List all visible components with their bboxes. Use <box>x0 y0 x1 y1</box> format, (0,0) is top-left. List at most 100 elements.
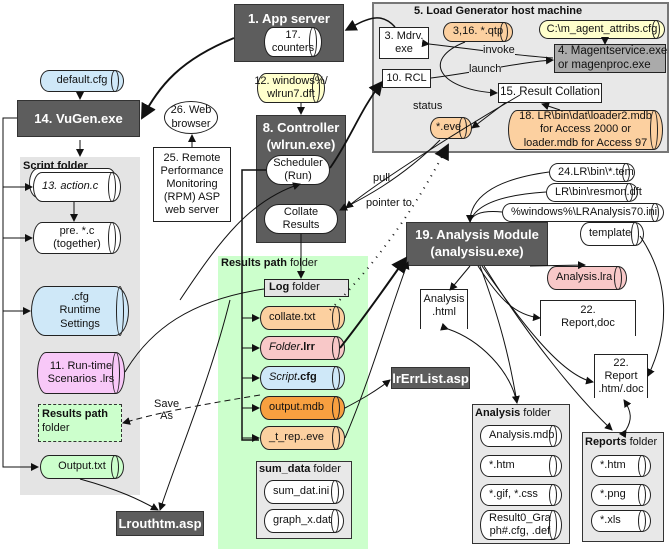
edge-label-save-as: Save As <box>154 398 180 422</box>
template-file: template <box>580 222 644 246</box>
results-path-title-rest: folder <box>287 257 318 269</box>
mdrv-node: 3. Mdrv. exe <box>379 27 429 59</box>
action-c-file: 13. action.c <box>33 172 121 202</box>
qtp-file: 3,16. *.qtp <box>443 22 513 42</box>
edge-label-invoke: invoke <box>483 44 515 56</box>
runtime-cfg-label: .cfg Runtime Settings <box>59 291 101 330</box>
script-folder-title: Script folder <box>23 160 88 172</box>
resmon-label: LR\bin\resmon.dft <box>555 185 642 198</box>
template-label: template <box>589 227 632 240</box>
reports-xls-file: *.xls <box>591 510 651 532</box>
analysis-gif-css-label: *.gif, *.css <box>489 488 538 501</box>
results-path-folder-rest: folder <box>42 422 70 435</box>
wlrun-dft-file: 12. windows%/ wlrun7.dft <box>254 73 328 103</box>
reports-png-label: *.png <box>600 488 626 501</box>
analysis-module-label: 19. Analysis Module (analysisu.exe) <box>415 227 539 259</box>
analysis-mdb-file: Analysis.mdb <box>480 425 562 447</box>
scenarios-lrs-file: 11. Run-time Scenarios .lrs <box>37 352 125 394</box>
magentservice-label: 4. Magentservice.exe or magenproc.exe <box>558 44 668 71</box>
mdrv-label: 3. Mdrv. exe <box>384 29 424 55</box>
edge-analysis-reportdoc <box>477 265 541 322</box>
resmon-file: LR\bin\resmon.dft <box>546 183 642 202</box>
edge-analysis-folder <box>479 265 520 404</box>
analysis-folder-rest: folder <box>520 407 551 419</box>
report-doc-doc: 22. Report,doc <box>540 300 636 336</box>
log-folder-node: Log folder <box>264 279 349 297</box>
analysis-folder-title: Analysis folder <box>475 407 551 419</box>
lrerrlist-label: lrErrList.asp <box>392 370 469 386</box>
reports-htm-file: *.htm <box>591 455 651 477</box>
loader-mdb-label: 18. LR\bin\dat\loader2.mdb for Access 20… <box>519 110 652 149</box>
vugen-label: 14. VuGen.exe <box>34 111 123 126</box>
analysis-gif-css-file: *.gif, *.css <box>480 484 562 506</box>
rcl-label: 10. RCL <box>386 71 427 84</box>
results-path-title: Results path folder <box>221 257 318 269</box>
graph-x-dat-file: graph_x.dat <box>264 509 344 533</box>
output-mdb-file: output.mdb <box>260 396 345 420</box>
results-path-folder-bold: Results path <box>42 408 109 420</box>
edge-label-pull: pull <box>373 172 391 184</box>
folder-lrr-bold: .lrr <box>300 341 315 354</box>
output-mdb-label: output.mdb <box>269 401 325 414</box>
agent-cfg-label: C:\m_agent_attribs.cfg <box>546 22 658 35</box>
load-generator-title: 5. Load Generator host machine <box>414 5 583 17</box>
sum-dat-ini-label: sum_dat.ini <box>273 485 330 498</box>
counters-file: 17. counters <box>264 27 322 57</box>
result-graph-file: Result0_Gra ph#.cfg, .def <box>480 510 562 540</box>
analysis-mdb-label: Analysis.mdb <box>489 429 555 442</box>
lrouthtm-node: Lrouthtm.asp <box>116 511 204 536</box>
analysis-html-label: Analysis .html <box>423 293 465 319</box>
default-cfg-file: default.cfg <box>40 70 124 92</box>
rcl-node: 10. RCL <box>382 69 431 88</box>
wlrun-dft-label: 12. windows%/ wlrun7.dft <box>254 74 328 100</box>
rpm-label: 25. Remote Performance Monitoring (RPM) … <box>160 151 224 217</box>
analysis-lra-file: Analysis.lra <box>547 266 627 290</box>
analysis-html-doc: Analysis .html <box>420 289 468 329</box>
edge-analysis-html <box>449 265 471 291</box>
report-htm-doc: 22. Report .htm/.doc <box>594 354 648 398</box>
reports-folder-bold: Reports <box>585 436 627 448</box>
reports-xls-label: *.xls <box>600 514 621 527</box>
controller-label: 8. Controller (wlrun.exe) <box>262 120 340 152</box>
eve-file: *.eve <box>430 117 472 139</box>
edge-reportsfolder-reporthtm <box>618 399 632 439</box>
runtime-cfg-file: .cfg Runtime Settings <box>31 286 129 336</box>
edge-label-status: status <box>413 100 443 112</box>
analysis-folder-bold: Analysis <box>475 407 521 419</box>
collate-txt-label: collate.txt <box>269 311 316 324</box>
scenarios-lrs-label: 11. Run-time Scenarios .lrs <box>47 359 115 385</box>
scheduler-node: Scheduler (Run) <box>266 155 330 185</box>
reports-htm-label: *.htm <box>600 459 626 472</box>
counters-label: 17. counters <box>271 28 315 54</box>
tem-file: 24.LR\bin\*.tem <box>549 163 635 182</box>
edge-html-analysisfolder <box>440 322 518 404</box>
qtp-label: 3,16. *.qtp <box>452 25 504 38</box>
results-path-folder-node: Results path folder <box>38 404 122 442</box>
web-browser-label: 26. Web browser <box>170 104 212 130</box>
output-txt-label: Output.txt <box>58 460 106 473</box>
magentservice-node: 4. Magentservice.exe or magenproc.exe <box>554 44 668 73</box>
log-folder-rest: folder <box>289 281 320 294</box>
web-browser-node: 26. Web browser <box>164 101 218 134</box>
reports-folder-rest: folder <box>626 436 658 448</box>
edge-label-launch: launch <box>469 63 502 75</box>
pre-c-label: pre. *.c (together) <box>53 224 101 250</box>
script-cfg-file: Script .cfg <box>260 366 345 390</box>
collate-txt-file: collate.txt <box>260 306 345 330</box>
sum-data-folder-title: sum_data folder <box>259 463 341 475</box>
eve-label: *.eve <box>436 121 462 134</box>
results-path-title-bold: Results path <box>221 257 288 269</box>
analysis-module-node: 19. Analysis Module (analysisu.exe) <box>406 222 548 266</box>
script-cfg-italic: Script <box>269 371 298 384</box>
loader-mdb-file: 18. LR\bin\dat\loader2.mdb for Access 20… <box>508 110 663 150</box>
scheduler-label: Scheduler (Run) <box>273 156 323 182</box>
sum-dat-ini-file: sum_dat.ini <box>264 480 344 504</box>
vugen-node: 14. VuGen.exe <box>17 100 140 137</box>
analysis-htm-file: *.htm <box>480 455 562 477</box>
report-doc-label: 22. Report,doc <box>561 304 615 330</box>
script-cfg-bold: .cfg <box>297 371 317 384</box>
output-txt-file: Output.txt <box>40 455 124 479</box>
lranalysis-ini-file: %windows%\LRAnalysis70.ini <box>502 203 664 222</box>
edge-label-pointer: pointer to <box>366 197 412 209</box>
rpm-node: 25. Remote Performance Monitoring (RPM) … <box>153 147 231 222</box>
